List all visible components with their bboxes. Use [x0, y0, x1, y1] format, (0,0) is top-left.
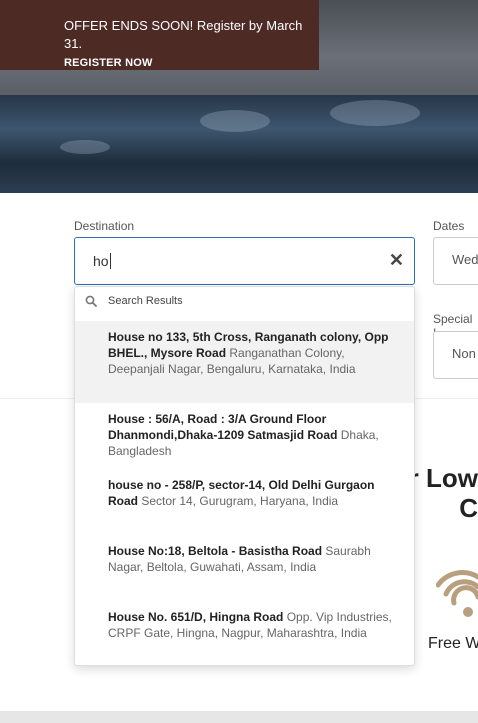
search-results-title: Search Results	[108, 295, 183, 307]
umbrella-reflection	[200, 110, 270, 132]
search-result-item[interactable]: House : 56/A, Road : 3/A Ground Floor Dh…	[75, 403, 414, 469]
wifi-icon	[436, 570, 478, 617]
section-heading-line2: C	[459, 493, 478, 523]
result-title: House No. 651/D, Hingna Road	[108, 610, 284, 624]
destination-input[interactable]: ho ✕	[74, 237, 415, 285]
umbrella-reflection	[60, 140, 110, 154]
footer-divider	[0, 711, 478, 723]
promo-offer-text: OFFER ENDS SOON! Register by March 31.	[64, 18, 303, 51]
destination-input-value: ho	[93, 253, 111, 269]
umbrella-reflection	[330, 100, 420, 126]
search-result-item[interactable]: House no 133, 5th Cross, Ranganath colon…	[75, 321, 414, 403]
text-caret	[109, 253, 111, 269]
promo-banner: OFFER ENDS SOON! Register by March 31. R…	[0, 0, 319, 70]
result-address: Sector 14, Gurugram, Haryana, India	[138, 494, 339, 508]
search-result-item[interactable]: house no - 258/P, sector-14, Old Delhi G…	[75, 469, 414, 535]
search-results-dropdown: Search Results House no 133, 5th Cross, …	[74, 286, 415, 666]
result-title: House No:18, Beltola - Basistha Road	[108, 544, 323, 558]
amenity-label: Free W	[428, 635, 478, 652]
destination-label: Destination	[74, 219, 135, 233]
search-result-item[interactable]: House No:18, Beltola - Basistha Road Sau…	[75, 535, 414, 601]
search-results-header: Search Results	[75, 287, 414, 321]
section-heading: r Low	[408, 463, 478, 493]
dates-label: Dates	[433, 219, 465, 233]
clear-icon[interactable]: ✕	[389, 250, 404, 271]
dates-field[interactable]: Wed	[433, 237, 478, 285]
register-now-link[interactable]: REGISTER NOW	[64, 57, 319, 69]
search-icon	[85, 295, 97, 307]
search-result-item[interactable]: House No. 651/D, Hingna Road Opp. Vip In…	[75, 601, 414, 665]
result-title: House : 56/A, Road : 3/A Ground Floor Dh…	[108, 412, 338, 442]
special-rates-select[interactable]: Non	[433, 331, 478, 379]
